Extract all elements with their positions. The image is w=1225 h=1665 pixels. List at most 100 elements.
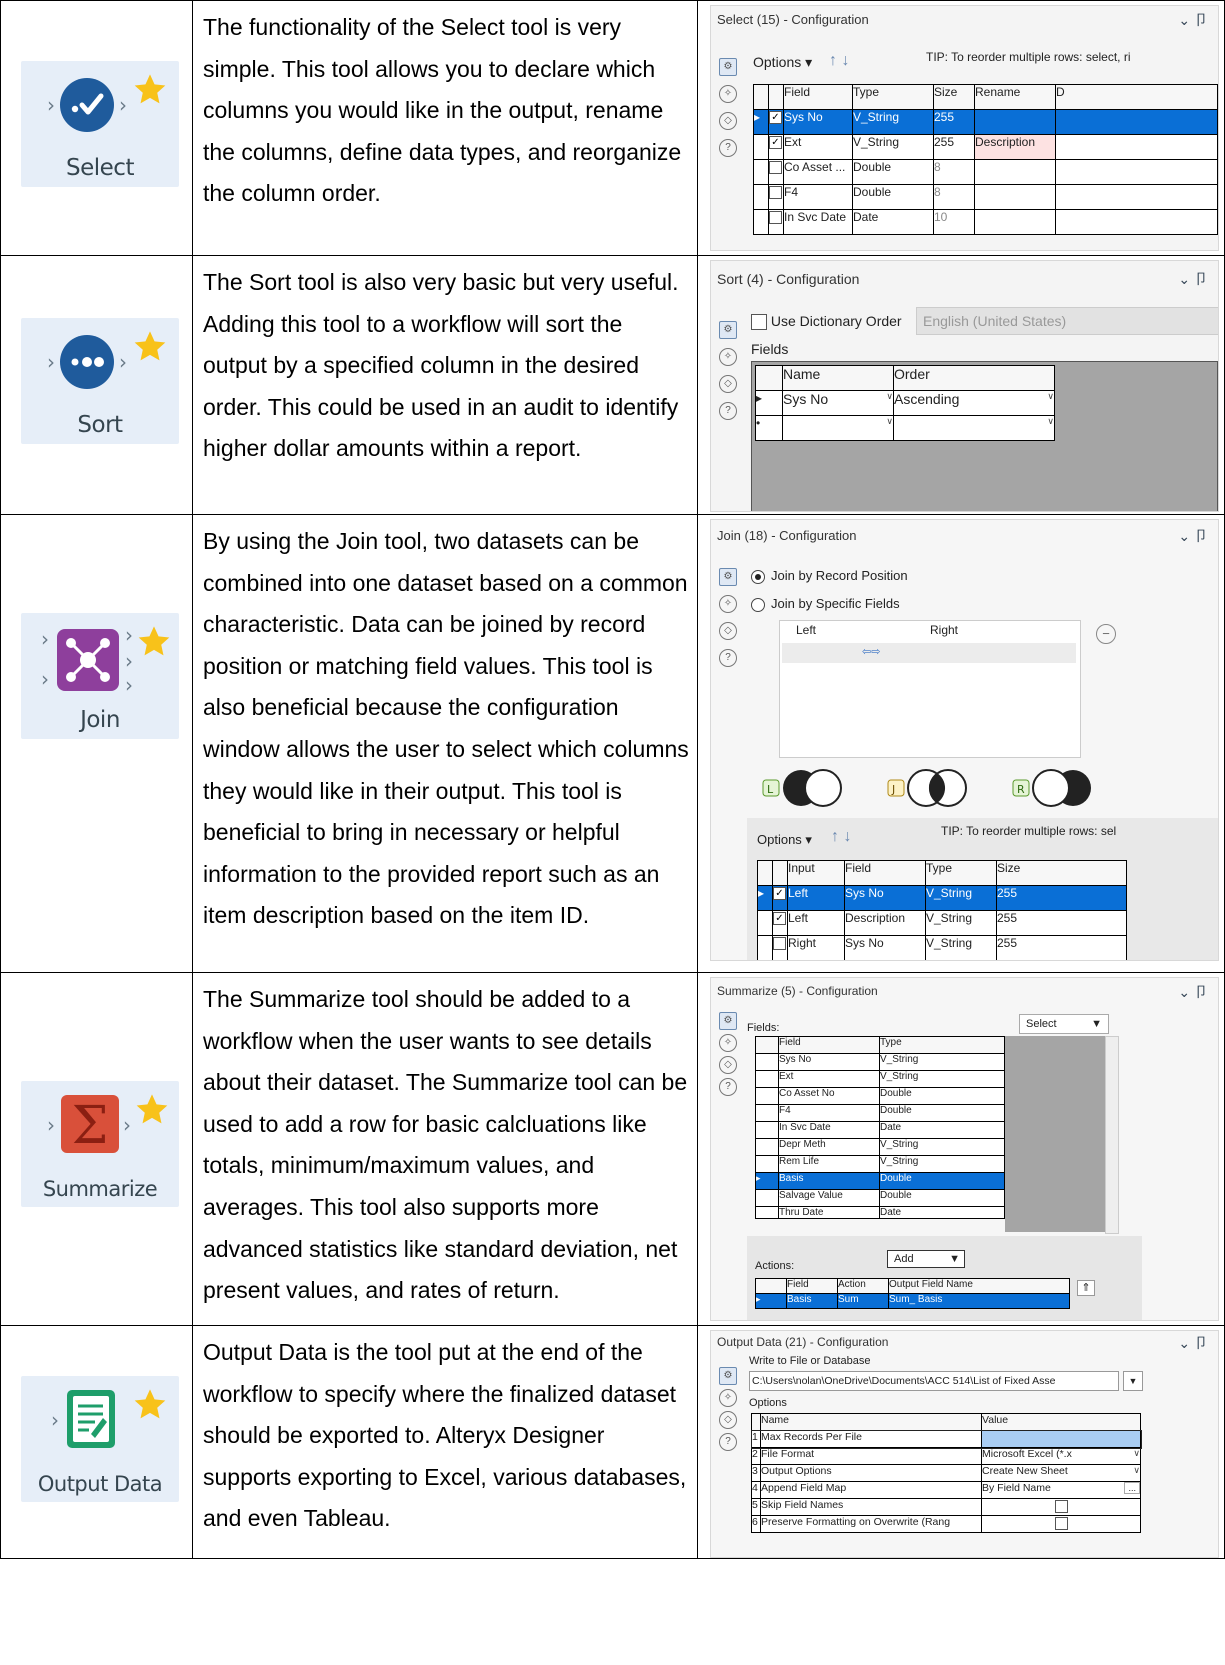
sort-order-select[interactable]: Ascending xyxy=(895,392,960,408)
rename-cell[interactable] xyxy=(974,209,1056,235)
table-row[interactable]: Ext V_String xyxy=(755,1070,1005,1088)
collapse-pin-icon[interactable]: ⌄ 卩 xyxy=(1178,269,1208,289)
collapse-pin-icon[interactable]: ⌄ 卩 xyxy=(1178,1333,1208,1353)
help-icon[interactable]: ? xyxy=(719,1078,737,1096)
tag-icon[interactable]: ◇ xyxy=(719,622,737,640)
rename-cell[interactable] xyxy=(974,159,1056,185)
table-row[interactable]: 4 Append Field Map By Field Name... xyxy=(751,1481,1141,1499)
table-row[interactable]: In Svc Date Date xyxy=(755,1121,1005,1139)
type-cell[interactable]: V_String xyxy=(852,134,934,160)
record-position-option[interactable]: Join by Record Position xyxy=(751,568,908,584)
skip-field-names-checkbox[interactable] xyxy=(1054,1500,1068,1514)
table-row[interactable]: Depr Meth V_String xyxy=(755,1138,1005,1156)
table-row[interactable]: • ∨ ∨ xyxy=(755,415,1055,441)
help-icon[interactable]: ? xyxy=(719,402,737,420)
options-menu[interactable]: Options ▾ xyxy=(757,832,812,848)
field-checkbox[interactable] xyxy=(769,186,782,200)
select-dropdown[interactable]: Select ▼ xyxy=(1019,1014,1109,1034)
table-row[interactable]: ✓ Left Description V_String 255 xyxy=(757,910,1127,936)
size-cell[interactable]: 255 xyxy=(996,935,1127,960)
ellipsis-button[interactable]: ... xyxy=(1124,1482,1140,1494)
size-cell[interactable]: 8 xyxy=(933,159,975,185)
specific-fields-option[interactable]: Join by Specific Fields xyxy=(751,596,900,612)
path-dropdown-icon[interactable]: ▼ xyxy=(1123,1371,1143,1391)
type-cell[interactable]: V_String xyxy=(925,935,997,960)
table-row[interactable]: ▸ Basis Double xyxy=(755,1172,1005,1190)
collapse-pin-icon[interactable]: ⌄ 卩 xyxy=(1178,10,1208,30)
table-row[interactable]: F4 Double xyxy=(755,1104,1005,1122)
rename-cell[interactable] xyxy=(974,184,1056,210)
field-checkbox[interactable]: ✓ xyxy=(773,912,786,926)
right-join-venn-icon[interactable]: R xyxy=(1011,768,1107,808)
reorder-arrows-icon[interactable]: ↑ ↓ xyxy=(831,828,851,846)
table-row[interactable]: ▸ ✓ Sys No V_String 255 xyxy=(753,109,1218,135)
gear-icon[interactable]: ⚙ xyxy=(719,1012,737,1030)
table-row[interactable]: Co Asset No Double xyxy=(755,1087,1005,1105)
type-cell[interactable]: V_String xyxy=(925,885,997,911)
dictionary-checkbox[interactable] xyxy=(751,314,767,331)
help-icon[interactable]: ? xyxy=(719,649,737,667)
radio-button[interactable] xyxy=(751,597,765,612)
table-row[interactable]: Right Sys No V_String 255 xyxy=(757,935,1127,960)
gear-icon[interactable]: ⚙ xyxy=(719,568,737,586)
wand-icon[interactable]: ✧ xyxy=(719,1389,737,1407)
preserve-formatting-checkbox[interactable] xyxy=(1054,1517,1068,1531)
options-menu[interactable]: Options ▾ xyxy=(753,54,812,71)
output-name-cell[interactable]: Sum_ Basis xyxy=(888,1293,1070,1309)
table-row[interactable]: ▸ Sys No ∨ Ascending ∨ xyxy=(755,390,1055,416)
table-row[interactable]: ▸ Basis Sum Sum_ Basis xyxy=(755,1293,1070,1309)
type-cell[interactable]: V_String xyxy=(852,109,934,135)
reorder-arrows-icon[interactable]: ↑ ↓ xyxy=(829,52,849,70)
table-row[interactable]: ✓ Ext V_String 255 Description xyxy=(753,134,1218,160)
size-cell[interactable]: 255 xyxy=(996,885,1127,911)
left-join-venn-icon[interactable]: L xyxy=(761,768,857,808)
field-checkbox[interactable]: ✓ xyxy=(769,136,782,150)
wand-icon[interactable]: ✧ xyxy=(719,348,737,366)
size-cell[interactable]: 255 xyxy=(933,109,975,135)
size-cell[interactable]: 255 xyxy=(933,134,975,160)
tag-icon[interactable]: ◇ xyxy=(719,112,737,130)
add-dropdown[interactable]: Add ▼ xyxy=(887,1250,965,1268)
inner-join-venn-icon[interactable]: J xyxy=(886,768,982,808)
gear-icon[interactable]: ⚙ xyxy=(719,1367,737,1385)
type-cell[interactable]: Double xyxy=(852,184,934,210)
table-row[interactable]: F4 Double 8 xyxy=(753,184,1218,210)
field-checkbox[interactable] xyxy=(769,211,782,225)
table-row[interactable]: 1 Max Records Per File xyxy=(750,1429,1142,1449)
table-row[interactable]: 5 Skip Field Names xyxy=(751,1498,1141,1516)
tag-icon[interactable]: ◇ xyxy=(719,1056,737,1074)
action-cell[interactable]: Sum xyxy=(837,1293,889,1309)
table-row[interactable]: 2 File Format Microsoft Excel (*.x ∨ xyxy=(751,1447,1141,1465)
move-up-icon[interactable]: ⇑ xyxy=(1077,1280,1095,1296)
table-row[interactable]: 6 Preserve Formatting on Overwrite (Rang xyxy=(751,1515,1141,1533)
scrollbar[interactable] xyxy=(1105,1036,1119,1234)
help-icon[interactable]: ? xyxy=(719,139,737,157)
sort-field-name[interactable]: Sys No xyxy=(784,392,829,408)
option-value-input[interactable] xyxy=(981,1430,1141,1448)
table-row[interactable]: ▸ ✓ Left Sys No V_String 255 xyxy=(757,885,1127,911)
join-field-row[interactable]: ⇦⇨ xyxy=(782,643,1076,663)
wand-icon[interactable]: ✧ xyxy=(719,595,737,613)
type-cell[interactable]: V_String xyxy=(925,910,997,936)
option-value-select[interactable]: Create New Sheet xyxy=(983,1466,1068,1478)
table-row[interactable]: Rem Life V_String xyxy=(755,1155,1005,1173)
rename-cell[interactable] xyxy=(974,109,1056,135)
table-row[interactable]: In Svc Date Date 10 xyxy=(753,209,1218,235)
locale-select[interactable]: English (United States) xyxy=(916,307,1218,335)
tag-icon[interactable]: ◇ xyxy=(719,375,737,393)
size-cell[interactable]: 8 xyxy=(933,184,975,210)
gear-icon[interactable]: ⚙ xyxy=(719,58,737,76)
tag-icon[interactable]: ◇ xyxy=(719,1411,737,1429)
wand-icon[interactable]: ✧ xyxy=(719,1034,737,1052)
field-checkbox[interactable]: ✓ xyxy=(769,111,782,125)
radio-button[interactable] xyxy=(751,569,765,584)
table-row[interactable]: 3 Output Options Create New Sheet ∨ xyxy=(751,1464,1141,1482)
collapse-pin-icon[interactable]: ⌄ 卩 xyxy=(1178,526,1208,546)
collapse-pin-icon[interactable]: ⌄ 卩 xyxy=(1178,982,1208,1002)
type-cell[interactable]: Date xyxy=(852,209,934,235)
option-value-select[interactable]: Microsoft Excel (*.x xyxy=(983,1449,1072,1461)
rename-cell[interactable]: Description xyxy=(974,134,1056,160)
dictionary-order-option[interactable]: Use Dictionary Order xyxy=(751,313,902,331)
gear-icon[interactable]: ⚙ xyxy=(719,321,737,339)
help-icon[interactable]: ? xyxy=(719,1433,737,1451)
